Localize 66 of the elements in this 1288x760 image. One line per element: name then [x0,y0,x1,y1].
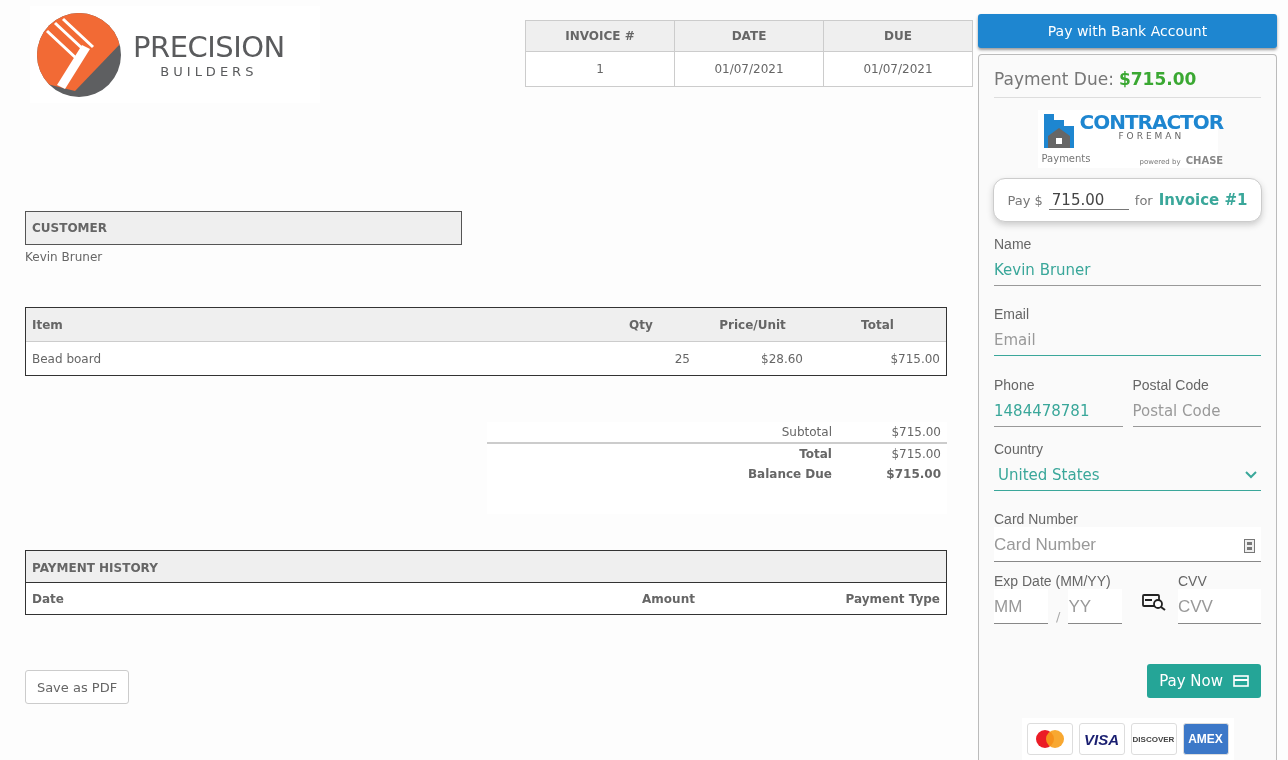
field-label: Exp Date (MM/YY) [994,573,1112,589]
cvv-field[interactable]: CVV [1178,589,1261,624]
card-brand-logo: VISA [1078,723,1125,755]
pay-prefix: Pay $ [1007,192,1043,208]
credit-card-icon [1233,675,1249,687]
payment-due-amount: $715.00 [1118,69,1197,89]
table-cell-text: $28.60 [760,351,804,366]
table-cell-text: Bead board [31,351,103,366]
pay-now-button[interactable]: Pay Now [1147,664,1261,698]
column-header: Date [31,591,65,606]
text-field[interactable]: 1484478781 [994,392,1123,427]
brand-subtitle: FOREMAN [1118,131,1185,141]
total-value: $715.00 [885,467,941,481]
text-field[interactable]: Postal Code [1132,392,1261,427]
table-cell-text: 25 [673,351,691,366]
table-cell-text: $715.00 [889,351,941,366]
logo-tagline: BUILDERS [160,64,258,79]
column-header: DATE [674,20,824,52]
pay-for-text: for [1134,192,1153,208]
card-id-icon [1244,538,1255,553]
column-header: Item [31,317,64,332]
text-field[interactable]: Email [994,322,1261,357]
logo-name: PRECISION [133,30,285,64]
date-separator: / [1056,609,1061,624]
field-label: Phone [994,376,1036,393]
customer-name: Kevin Bruner [25,250,104,264]
chevron-down-icon [1245,470,1257,479]
column-header: DUE [823,20,973,52]
total-label: Subtotal [780,425,832,439]
total-label: Balance Due [746,467,832,481]
card-brand-logo: DISCOVER [1130,723,1177,755]
column-header: INVOICE # [525,20,675,52]
column-header: Price/Unit [718,317,787,332]
total-label: Total [798,447,832,461]
field-label: Postal Code [1132,376,1210,393]
section-header: PAYMENT HISTORY [26,551,946,583]
invoice-link[interactable]: Invoice #1 [1158,191,1248,209]
field-label: Email [994,306,1030,323]
amount-field[interactable]: 715.00 [1048,190,1129,210]
field-label: Name [994,236,1033,252]
month-field[interactable]: MM [994,589,1048,624]
table-cell: 01/07/2021 [674,51,824,87]
column-header: Payment Type [844,591,941,606]
total-value: $715.00 [890,425,941,439]
year-field[interactable]: YY [1068,589,1123,624]
field-label: Card Number [994,510,1080,527]
save-pdf-button[interactable]: Save as PDF [25,670,129,704]
section-header: CUSTOMER [25,211,462,245]
table-cell: 1 [525,51,675,87]
card-brand-logo: AMEX [1182,723,1229,755]
card-number-field[interactable]: Card Number [994,526,1261,562]
brand-payments-text: Payments [1041,152,1091,164]
column-header: Total [860,317,895,332]
column-header: Qty [628,317,654,332]
card-search-icon [1142,593,1166,611]
bank-account-button[interactable]: Pay with Bank Account [978,14,1277,48]
bank-name: CHASE [1185,154,1224,166]
text-field[interactable]: Kevin Bruner [994,252,1261,286]
country-select[interactable]: United States [994,456,1261,491]
mastercard-logo [1026,723,1073,755]
field-label: CVV [1178,573,1208,589]
total-value: $715.00 [890,447,941,461]
field-label: Country [994,440,1045,457]
payment-due-label: Payment Due: [994,69,1114,89]
column-header: Amount [641,591,696,606]
table-cell: 01/07/2021 [823,51,973,87]
